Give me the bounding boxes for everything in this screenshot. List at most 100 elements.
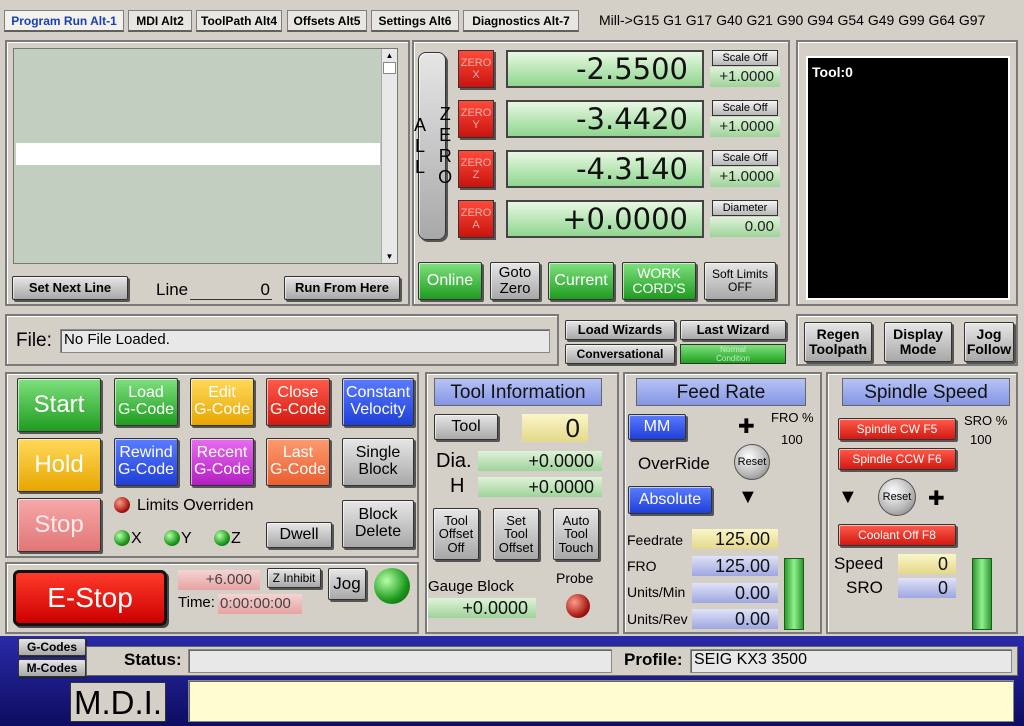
dro-z-value[interactable]: -4.3140: [506, 150, 704, 188]
h-value: +0.0000: [478, 477, 602, 497]
stop-button[interactable]: Stop: [17, 498, 101, 552]
tab-toolpath[interactable]: ToolPath Alt4: [196, 10, 282, 32]
probe-led: [566, 594, 590, 618]
gcode-scrollbar[interactable]: ▲ ▼: [381, 49, 397, 263]
tab-offsets[interactable]: Offsets Alt5: [287, 10, 367, 32]
soft-limits-button[interactable]: Soft Limits OFF: [704, 262, 776, 300]
gcodes-button[interactable]: G-Codes: [18, 638, 86, 656]
status-field: [188, 649, 612, 673]
dro-y-value[interactable]: -3.4420: [506, 100, 704, 138]
axis-z-led: [214, 530, 230, 546]
dia-value: +0.0000: [478, 451, 602, 471]
work-coords-button[interactable]: WORK CORD'S: [622, 262, 696, 300]
zero-a-button[interactable]: ZERO A: [458, 200, 494, 238]
line-number-value: 0: [190, 280, 272, 300]
tool-display-text: Tool:0: [812, 64, 853, 80]
profile-label: Profile:: [624, 650, 683, 669]
jog-button[interactable]: Jog: [328, 568, 366, 600]
mcodes-button[interactable]: M-Codes: [18, 659, 86, 677]
last-gcode-button[interactable]: Last G-Code: [266, 438, 330, 486]
zero-all-button[interactable]: ZERO ALL: [410, 52, 455, 240]
coolant-button[interactable]: Coolant Off F8: [838, 524, 956, 546]
speed-value: 0: [898, 554, 956, 574]
diameter-button[interactable]: Diameter: [712, 200, 778, 216]
feed-increase-icon[interactable]: ✚: [738, 414, 755, 439]
tool-offset-off-button[interactable]: Tool Offset Off: [433, 508, 479, 560]
scroll-thumb[interactable]: [383, 62, 396, 74]
rewind-gcode-button[interactable]: Rewind G-Code: [114, 438, 178, 486]
feed-reset-button[interactable]: Reset: [734, 444, 770, 480]
gcode-listing[interactable]: ▲ ▼: [13, 48, 398, 264]
scale-y-value: +1.0000: [710, 117, 780, 137]
gcode-modal-status: Mill->G15 G1 G17 G40 G21 G90 G94 G54 G49…: [599, 12, 986, 28]
regen-toolpath-button[interactable]: Regen Toolpath: [804, 322, 872, 362]
last-wizard-button[interactable]: Last Wizard: [680, 320, 786, 340]
dwell-button[interactable]: Dwell: [266, 522, 332, 548]
current-button[interactable]: Current: [548, 262, 614, 300]
fro-percent-label: FRO %: [771, 410, 814, 425]
scale-z-button[interactable]: Scale Off: [712, 150, 778, 166]
online-button[interactable]: Online: [418, 262, 482, 300]
axis-z-label: Z: [231, 530, 241, 547]
spindle-cw-button[interactable]: Spindle CW F5: [838, 418, 956, 440]
mdi-input[interactable]: [188, 680, 1014, 722]
tab-mdi[interactable]: MDI Alt2: [128, 10, 192, 32]
dia-label: Dia.: [436, 450, 472, 472]
set-tool-offset-button[interactable]: Set Tool Offset: [493, 508, 539, 560]
set-next-line-button[interactable]: Set Next Line: [12, 276, 128, 300]
load-wizards-button[interactable]: Load Wizards: [565, 320, 675, 340]
zero-y-button[interactable]: ZERO Y: [458, 100, 494, 138]
scale-x-button[interactable]: Scale Off: [712, 50, 778, 66]
normal-condition-indicator: Normal Condition: [680, 344, 786, 364]
zero-z-button[interactable]: ZERO Z: [458, 150, 494, 188]
scroll-up-icon[interactable]: ▲: [382, 51, 397, 60]
block-delete-button[interactable]: Block Delete: [342, 500, 414, 548]
tool-display-screen: Tool:0: [806, 56, 1010, 300]
display-mode-button[interactable]: Display Mode: [884, 322, 952, 362]
load-gcode-button[interactable]: Load G-Code: [114, 378, 178, 426]
goto-zero-button[interactable]: Goto Zero: [490, 262, 540, 300]
edit-gcode-button[interactable]: Edit G-Code: [190, 378, 254, 426]
spindle-ccw-button[interactable]: Spindle CCW F6: [838, 448, 956, 470]
estop-button[interactable]: E-Stop: [13, 570, 167, 626]
start-button[interactable]: Start: [17, 378, 101, 432]
scale-x-value: +1.0000: [710, 67, 780, 87]
tool-number-value[interactable]: 0: [522, 414, 588, 442]
recent-gcode-button[interactable]: Recent G-Code: [190, 438, 254, 486]
time-value: 0:00:00:00: [218, 594, 302, 614]
tab-settings[interactable]: Settings Alt6: [371, 10, 459, 32]
hold-button[interactable]: Hold: [17, 438, 101, 492]
sro-value: 0: [898, 578, 956, 598]
constant-velocity-button[interactable]: Constant Velocity: [342, 378, 414, 426]
dro-x-value[interactable]: -2.5500: [506, 50, 704, 88]
override-label: OverRide: [638, 454, 710, 473]
tab-diagnostics[interactable]: Diagnostics Alt-7: [463, 10, 579, 32]
diameter-value: 0.00: [710, 217, 780, 237]
spindle-decrease-icon[interactable]: ▼: [838, 486, 858, 509]
scroll-down-icon[interactable]: ▼: [382, 252, 397, 261]
close-gcode-button[interactable]: Close G-Code: [266, 378, 330, 426]
spindle-reset-button[interactable]: Reset: [878, 478, 916, 516]
units-min-label: Units/Min: [627, 584, 686, 600]
conversational-button[interactable]: Conversational: [565, 344, 675, 364]
spindle-increase-icon[interactable]: ✚: [928, 486, 945, 511]
feed-decrease-icon[interactable]: ▼: [738, 486, 758, 509]
tab-program-run[interactable]: Program Run Alt-1: [4, 10, 124, 32]
z-inhibit-value: +6.000: [178, 570, 260, 590]
mm-button[interactable]: MM: [628, 414, 686, 440]
single-block-button[interactable]: Single Block: [342, 438, 414, 486]
tool-button[interactable]: Tool: [434, 414, 498, 440]
feedrate-value: 125.00: [692, 529, 778, 549]
spindle-override-slider[interactable]: [972, 558, 992, 630]
run-from-here-button[interactable]: Run From Here: [284, 276, 400, 300]
absolute-button[interactable]: Absolute: [628, 486, 712, 514]
feed-override-slider[interactable]: [784, 558, 804, 630]
scale-y-button[interactable]: Scale Off: [712, 100, 778, 116]
limits-overriden-label: Limits Overriden: [137, 497, 254, 514]
auto-tool-touch-button[interactable]: Auto Tool Touch: [553, 508, 599, 560]
jog-follow-button[interactable]: Jog Follow: [964, 322, 1014, 362]
z-inhibit-button[interactable]: Z Inhibit: [267, 568, 321, 588]
scale-z-value: +1.0000: [710, 167, 780, 187]
zero-x-button[interactable]: ZERO X: [458, 50, 494, 88]
dro-a-value[interactable]: +0.0000: [506, 200, 704, 238]
